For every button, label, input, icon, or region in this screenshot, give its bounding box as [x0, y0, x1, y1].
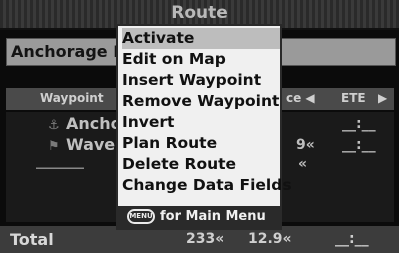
waypoint-ete: __:__	[342, 137, 376, 153]
column-header-waypoint: Waypoint	[40, 91, 104, 105]
column-header-ete[interactable]: ETE	[341, 91, 366, 105]
total-label: Total	[10, 230, 54, 249]
waypoint-distance: «	[298, 156, 308, 172]
route-name-text: Anchorage B	[11, 42, 126, 61]
total-distance-secondary: 12.9«	[248, 231, 292, 247]
menu-item-edit-on-map[interactable]: Edit on Map	[122, 49, 280, 70]
waypoint-name[interactable]: Ancho	[66, 114, 122, 133]
menu-footer: MENU for Main Menu	[118, 206, 280, 228]
waypoint-flag-icon: ⚓	[48, 118, 60, 133]
total-ete: __:__	[335, 231, 369, 247]
device-screen: Route Anchorage B Waypoint ce ◀ ETE ▶ ⚓ …	[0, 0, 399, 253]
waypoint-ete: __:__	[342, 116, 376, 132]
menu-item-insert-waypoint[interactable]: Insert Waypoint	[122, 70, 280, 91]
menu-button-icon: MENU	[127, 209, 155, 224]
page-title: Route	[171, 3, 228, 23]
right-arrow-icon[interactable]: ▶	[378, 91, 387, 105]
waypoint-name-empty[interactable]: ______	[36, 150, 84, 169]
totals-bar: Total 233« 12.9« __:__	[0, 226, 399, 253]
menu-footer-text: for Main Menu	[160, 209, 266, 224]
menu-item-activate[interactable]: Activate	[122, 28, 280, 49]
waypoint-distance: 9«	[296, 137, 315, 153]
menu-item-plan-route[interactable]: Plan Route	[122, 133, 280, 154]
menu-item-remove-waypoint[interactable]: Remove Waypoint	[122, 91, 280, 112]
column-header-distance[interactable]: ce ◀	[286, 91, 315, 105]
options-menu: Activate Edit on Map Insert Waypoint Rem…	[116, 24, 292, 230]
total-distance: 233«	[186, 231, 225, 247]
menu-item-change-data-fields[interactable]: Change Data Fields	[122, 175, 292, 196]
menu-item-delete-route[interactable]: Delete Route	[122, 154, 280, 175]
menu-item-invert[interactable]: Invert	[122, 112, 280, 133]
